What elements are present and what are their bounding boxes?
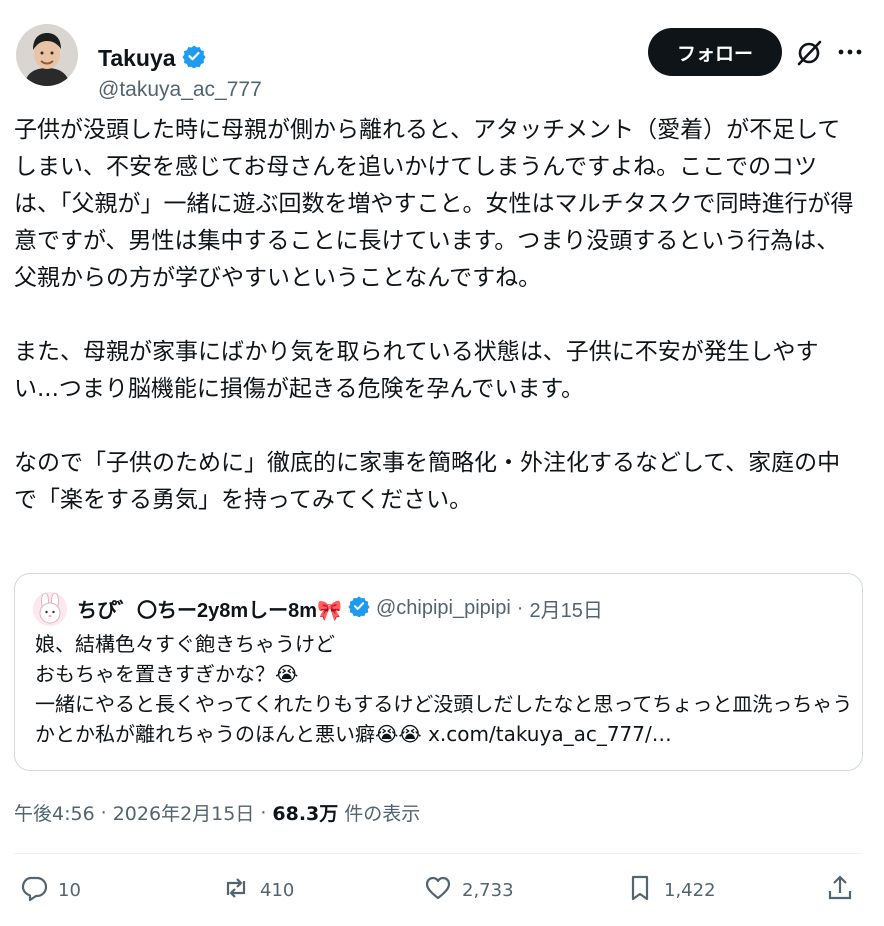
repost-button[interactable]: 410 [222,874,294,907]
tweet-date[interactable]: 2026年2月15日 [113,799,255,826]
heart-icon [424,874,452,907]
verified-badge-icon [181,44,206,72]
meta-separator: · [260,801,267,824]
verified-badge-icon [348,595,370,622]
more-options-icon[interactable] [836,40,864,64]
repost-icon [222,874,250,907]
bookmark-icon [626,874,654,907]
quoted-author-handle[interactable]: @chipipi_pipipi [376,597,511,620]
bookmark-count: 1,422 [664,880,716,901]
author-handle[interactable]: @takuya_ac_777 [98,78,262,102]
reply-button[interactable]: 10 [20,874,81,907]
like-count: 2,733 [462,880,514,901]
reply-icon [20,874,48,907]
meta-separator: · [100,801,107,824]
grok-icon[interactable] [794,38,824,68]
follow-button[interactable]: フォロー [648,28,782,76]
share-button[interactable] [826,874,854,907]
author-name[interactable]: Takuya [98,45,176,72]
share-icon [826,874,854,907]
quoted-date[interactable]: 2月15日 [529,594,602,623]
tweet-header: Takuya @takuya_ac_777 フォロー [14,18,870,102]
quoted-separator: · [516,597,524,619]
quoted-author-avatar[interactable] [33,592,67,626]
author-avatar[interactable] [16,24,78,86]
tweet-time[interactable]: 午後4:56 [14,799,95,826]
repost-count: 410 [260,880,295,901]
like-button[interactable]: 2,733 [424,874,514,907]
views-count: 68.3万 [272,803,339,825]
quoted-text: 娘、結構色々すぐ飽きちゃうけど おもちゃを置きすぎかな？😭 一緒にやると長くやっ… [35,632,853,746]
reply-count: 10 [58,880,81,901]
views-label: 件の表示 [344,803,421,825]
quoted-tweet[interactable]: ちぴ゛〇ちー2y8mしー8m🎀 @chipipi_pipipi · 2月15日 … [14,573,863,771]
bookmark-button[interactable]: 1,422 [626,874,716,907]
quoted-author-name[interactable]: ちぴ゛〇ちー2y8mしー8m🎀 [77,594,342,623]
action-bar: 10 410 2,733 1,422 [14,866,863,916]
divider [14,853,863,854]
tweet-meta: 午後4:56 · 2026年2月15日 · 68.3万 件の表示 [14,799,420,826]
tweet-text: 子供が没頭した時に母親が側から離れると、アタッチメント（愛着）が不足してしまい、… [14,117,854,513]
